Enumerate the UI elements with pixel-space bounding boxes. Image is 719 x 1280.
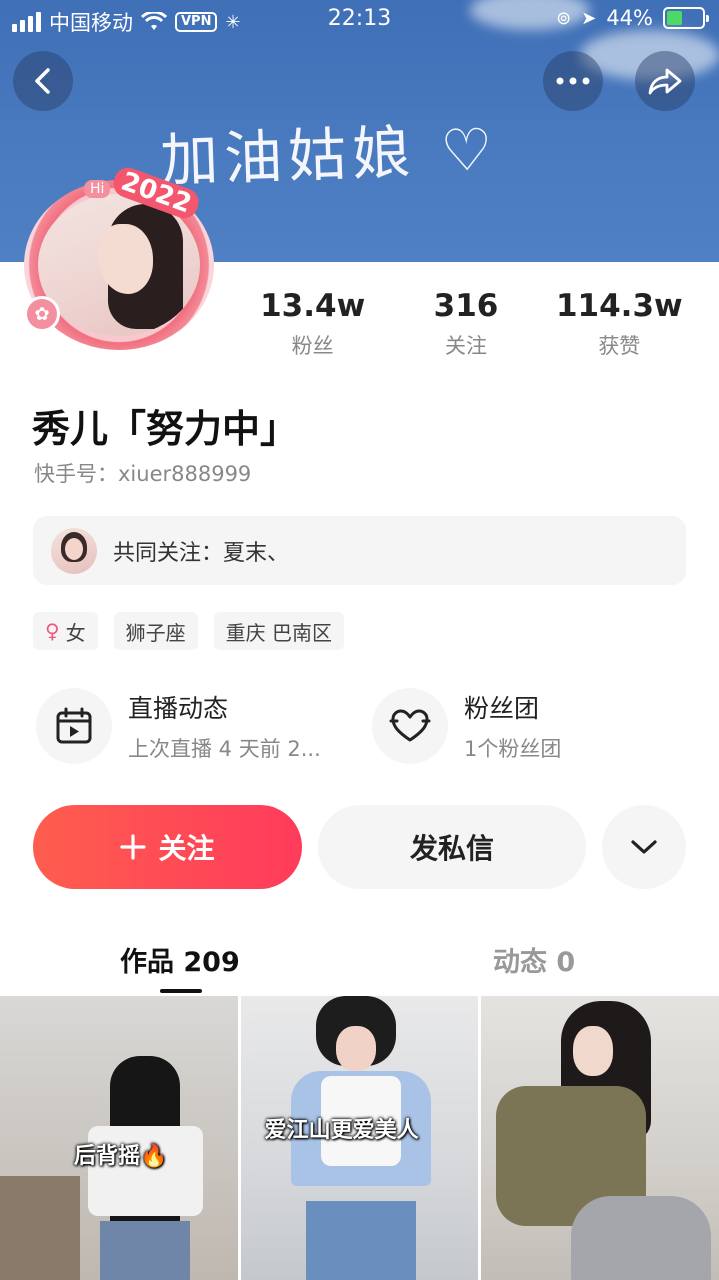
tag-location: 重庆 巴南区	[213, 612, 345, 650]
video-thumbnail[interactable]: 后背摇🔥	[0, 996, 238, 1280]
film-reel-icon: ✿	[24, 296, 60, 332]
message-button[interactable]: 发私信	[318, 805, 586, 889]
video-caption: 爱江山更爱美人	[264, 1118, 419, 1143]
fan-group-entry[interactable]: 粉丝团 1个粉丝团	[372, 688, 561, 764]
back-button[interactable]	[13, 51, 73, 111]
battery-percent: 44%	[606, 6, 653, 30]
tag-zodiac-label: 狮子座	[125, 620, 186, 645]
tag-zodiac: 狮子座	[113, 612, 198, 650]
follow-button-label: 关注	[158, 832, 215, 865]
tag-location-label: 重庆 巴南区	[225, 620, 333, 645]
share-icon	[648, 68, 682, 95]
profile-name: 秀儿「努力中」	[32, 407, 299, 451]
chevron-down-icon	[631, 840, 657, 854]
battery-icon	[663, 7, 709, 29]
tab-works[interactable]: 作品 209	[120, 940, 240, 979]
more-options-button[interactable]	[543, 51, 603, 111]
active-tab-indicator	[160, 989, 202, 993]
likes-count: 114.3w	[555, 288, 683, 324]
profile-uid[interactable]: 快手号：xiuer888999	[34, 458, 251, 488]
likes-label: 获赞	[598, 334, 641, 358]
mutual-follow-text: 共同关注：夏末、	[113, 540, 290, 566]
content-tabs: 作品 209 动态 0	[0, 930, 719, 996]
female-icon: ♀	[45, 619, 60, 643]
video-thumbnail[interactable]	[481, 996, 719, 1280]
fan-group-subtitle: 1个粉丝团	[464, 737, 562, 761]
profile-tags: ♀ 女 狮子座 重庆 巴南区	[33, 612, 345, 650]
avatar[interactable]: Hi 2022 ✿	[24, 163, 214, 350]
following-label: 关注	[444, 334, 487, 358]
follow-button[interactable]: 关注	[33, 805, 302, 889]
back-arrow-icon	[35, 68, 50, 94]
live-activity-entry[interactable]: 直播动态 上次直播 4 天前 2...	[36, 688, 321, 764]
status-bar: 中国移动 VPN ✳ 22:13 ⊚ ➤ 44%	[0, 0, 719, 40]
stat-likes[interactable]: 114.3w 获赞	[543, 288, 696, 360]
video-caption: 后背摇🔥	[74, 1144, 168, 1169]
following-count: 316	[433, 288, 499, 324]
rotation-lock-icon: ⊚	[556, 7, 572, 29]
tab-moments[interactable]: 动态 0	[493, 940, 575, 979]
stats-row: 13.4w 粉丝 316 关注 114.3w 获赞	[236, 288, 696, 360]
avatar-badge-hi: Hi	[84, 180, 111, 198]
stat-followers[interactable]: 13.4w 粉丝	[236, 288, 389, 360]
mutual-follow-avatar	[51, 527, 97, 574]
more-dots-icon	[556, 77, 590, 85]
live-activity-title: 直播动态	[128, 694, 229, 723]
tag-gender-label: 女	[65, 620, 86, 645]
share-button[interactable]	[635, 51, 695, 111]
followers-count: 13.4w	[260, 288, 366, 324]
fan-group-title: 粉丝团	[464, 694, 540, 723]
mutual-follow-bar[interactable]: 共同关注：夏末、	[33, 516, 686, 585]
expand-button[interactable]	[602, 805, 686, 889]
video-thumbnail[interactable]: 爱江山更爱美人	[240, 996, 479, 1280]
stat-following[interactable]: 316 关注	[389, 288, 542, 360]
followers-label: 粉丝	[291, 334, 334, 358]
live-activity-subtitle: 上次直播 4 天前 2...	[128, 737, 321, 761]
location-icon: ➤	[581, 7, 597, 29]
heart-badge-icon	[372, 688, 448, 764]
calendar-play-icon	[36, 688, 112, 764]
message-button-label: 发私信	[409, 832, 494, 865]
tag-gender: ♀ 女	[33, 612, 98, 650]
video-grid: 后背摇🔥 爱江山更爱美人	[0, 996, 719, 1280]
plus-icon	[120, 834, 147, 860]
